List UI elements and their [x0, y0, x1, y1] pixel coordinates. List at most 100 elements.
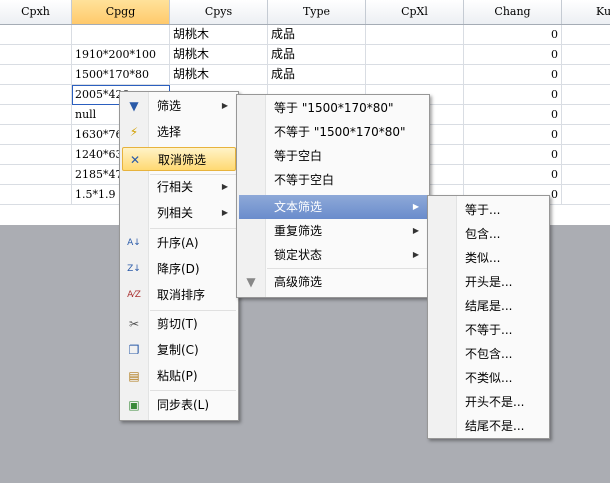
cell-ku[interactable]	[562, 145, 610, 165]
table-row[interactable]: 1910*200*100 胡桃木 成品 0	[0, 45, 610, 65]
column-header-cpxh[interactable]: Cpxh	[0, 0, 72, 24]
menu-item-sort-desc[interactable]: Z↓ 降序(D)	[122, 257, 236, 281]
cell-type[interactable]: 成品	[268, 25, 366, 45]
menu-item-sync-table[interactable]: ▣ 同步表(L)	[122, 393, 236, 417]
menu-item-label: 结尾是...	[465, 299, 513, 313]
cell-cpys[interactable]: 胡桃木	[170, 25, 268, 45]
menu-item-label: 取消排序	[157, 288, 206, 302]
menu-item-select[interactable]: ⚡ 选择	[122, 120, 236, 144]
menu-item-text-filter[interactable]: 文本筛选 ▶	[239, 195, 427, 219]
cell-chang[interactable]: 0	[464, 25, 562, 45]
menu-item-text-contains[interactable]: 包含...	[430, 222, 547, 246]
cell-type[interactable]: 成品	[268, 45, 366, 65]
menu-item-paste[interactable]: ▤ 粘贴(P)	[122, 364, 236, 388]
column-header-cpxl[interactable]: CpXl	[366, 0, 464, 24]
menu-separator	[150, 390, 236, 391]
table-row[interactable]: 1500*170*80 胡桃木 成品 0	[0, 65, 610, 85]
cell-ku[interactable]	[562, 45, 610, 65]
filter-icon: ▼	[129, 99, 139, 113]
menu-item-label: 取消筛选	[158, 153, 207, 167]
sync-table-icon: ▣	[128, 398, 140, 412]
menu-item-duplicate-filter[interactable]: 重复筛选 ▶	[239, 219, 427, 243]
cell-cpxh[interactable]	[0, 125, 72, 145]
menu-item-not-equals-empty[interactable]: 不等于空白	[239, 168, 427, 192]
cell-cpxh[interactable]	[0, 185, 72, 205]
menu-item-copy[interactable]: ❐ 复制(C)	[122, 338, 236, 362]
menu-item-text-not-begins-with[interactable]: 开头不是...	[430, 390, 547, 414]
menu-item-label: 不等于...	[465, 323, 513, 337]
cell-cpxl[interactable]	[366, 25, 464, 45]
cell-ku[interactable]	[562, 85, 610, 105]
menu-item-equals-empty[interactable]: 等于空白	[239, 144, 427, 168]
cell-chang[interactable]: 0	[464, 165, 562, 185]
cell-cpgg[interactable]	[72, 25, 170, 45]
menu-item-text-not-ends-with[interactable]: 结尾不是...	[430, 414, 547, 438]
cell-chang[interactable]: 0	[464, 45, 562, 65]
submenu-arrow-icon: ▶	[412, 202, 419, 211]
filter-submenu: 等于 "1500*170*80" 不等于 "1500*170*80" 等于空白 …	[236, 94, 430, 298]
menu-item-advanced-filter[interactable]: ▼ 高级筛选	[239, 270, 427, 294]
table-row[interactable]: 胡桃木 成品 0	[0, 25, 610, 45]
cell-cpxh[interactable]	[0, 65, 72, 85]
column-header-chang[interactable]: Chang	[464, 0, 562, 24]
cell-cpxh[interactable]	[0, 145, 72, 165]
cell-ku[interactable]	[562, 125, 610, 145]
cell-ku[interactable]	[562, 185, 610, 205]
text-filter-submenu: 等于... 包含... 类似... 开头是... 结尾是... 不等于... 不…	[427, 195, 550, 439]
column-header-type[interactable]: Type	[268, 0, 366, 24]
menu-item-label: 重复筛选	[274, 224, 323, 238]
menu-item-text-equals[interactable]: 等于...	[430, 198, 547, 222]
column-header-cpys[interactable]: Cpys	[170, 0, 268, 24]
cell-cpxh[interactable]	[0, 165, 72, 185]
clear-sort-icon: A⁄Z	[127, 290, 141, 300]
menu-item-text-not-like[interactable]: 不类似...	[430, 366, 547, 390]
cell-ku[interactable]	[562, 165, 610, 185]
menu-item-text-ends-with[interactable]: 结尾是...	[430, 294, 547, 318]
cell-ku[interactable]	[562, 65, 610, 85]
cell-cpxh[interactable]	[0, 105, 72, 125]
cell-type[interactable]: 成品	[268, 65, 366, 85]
cell-ku[interactable]	[562, 105, 610, 125]
cell-cpxl[interactable]	[366, 65, 464, 85]
cell-chang[interactable]: 0	[464, 65, 562, 85]
cell-cpgg[interactable]: 1500*170*80	[72, 65, 170, 85]
menu-item-cancel-filter[interactable]: ✕ 取消筛选	[122, 147, 236, 171]
grid-header: Cpxh Cpgg Cpys Type CpXl Chang Ku	[0, 0, 610, 25]
clear-filter-icon: ✕	[129, 153, 141, 167]
cell-cpxh[interactable]	[0, 85, 72, 105]
cell-cpxh[interactable]	[0, 45, 72, 65]
menu-item-row-related[interactable]: 行相关 ▶	[122, 175, 236, 199]
menu-item-sort-asc[interactable]: A↓ 升序(A)	[122, 231, 236, 255]
menu-item-label: 开头是...	[465, 275, 513, 289]
cell-cpys[interactable]: 胡桃木	[170, 45, 268, 65]
cell-cpxl[interactable]	[366, 45, 464, 65]
menu-item-equals-value[interactable]: 等于 "1500*170*80"	[239, 96, 427, 120]
cell-cpxh[interactable]	[0, 25, 72, 45]
menu-item-text-not-contains[interactable]: 不包含...	[430, 342, 547, 366]
cell-cpgg[interactable]: 1910*200*100	[72, 45, 170, 65]
menu-item-filter[interactable]: ▼ 筛选 ▶	[122, 94, 236, 118]
menu-item-text-begins-with[interactable]: 开头是...	[430, 270, 547, 294]
advanced-filter-icon: ▼	[246, 275, 256, 289]
cell-chang[interactable]: 0	[464, 105, 562, 125]
menu-item-cancel-sort[interactable]: A⁄Z 取消排序	[122, 283, 236, 307]
menu-item-label: 开头不是...	[465, 395, 525, 409]
column-header-cpgg[interactable]: Cpgg	[72, 0, 170, 24]
column-header-ku[interactable]: Ku	[562, 0, 610, 24]
menu-item-label: 不包含...	[465, 347, 513, 361]
menu-item-lock-state[interactable]: 锁定状态 ▶	[239, 243, 427, 267]
cell-cpys[interactable]: 胡桃木	[170, 65, 268, 85]
cell-ku[interactable]	[562, 25, 610, 45]
cell-chang[interactable]: 0	[464, 145, 562, 165]
cell-chang[interactable]: 0	[464, 125, 562, 145]
cell-chang[interactable]: 0	[464, 85, 562, 105]
sort-ascending-icon: A↓	[127, 238, 141, 248]
menu-item-col-related[interactable]: 列相关 ▶	[122, 201, 236, 225]
menu-item-cut[interactable]: ✂ 剪切(T)	[122, 312, 236, 336]
menu-item-label: 高级筛选	[274, 275, 323, 289]
menu-item-not-equals-value[interactable]: 不等于 "1500*170*80"	[239, 120, 427, 144]
menu-item-label: 行相关	[157, 180, 194, 194]
menu-item-label: 包含...	[465, 227, 501, 241]
menu-item-text-like[interactable]: 类似...	[430, 246, 547, 270]
menu-item-text-not-equals[interactable]: 不等于...	[430, 318, 547, 342]
